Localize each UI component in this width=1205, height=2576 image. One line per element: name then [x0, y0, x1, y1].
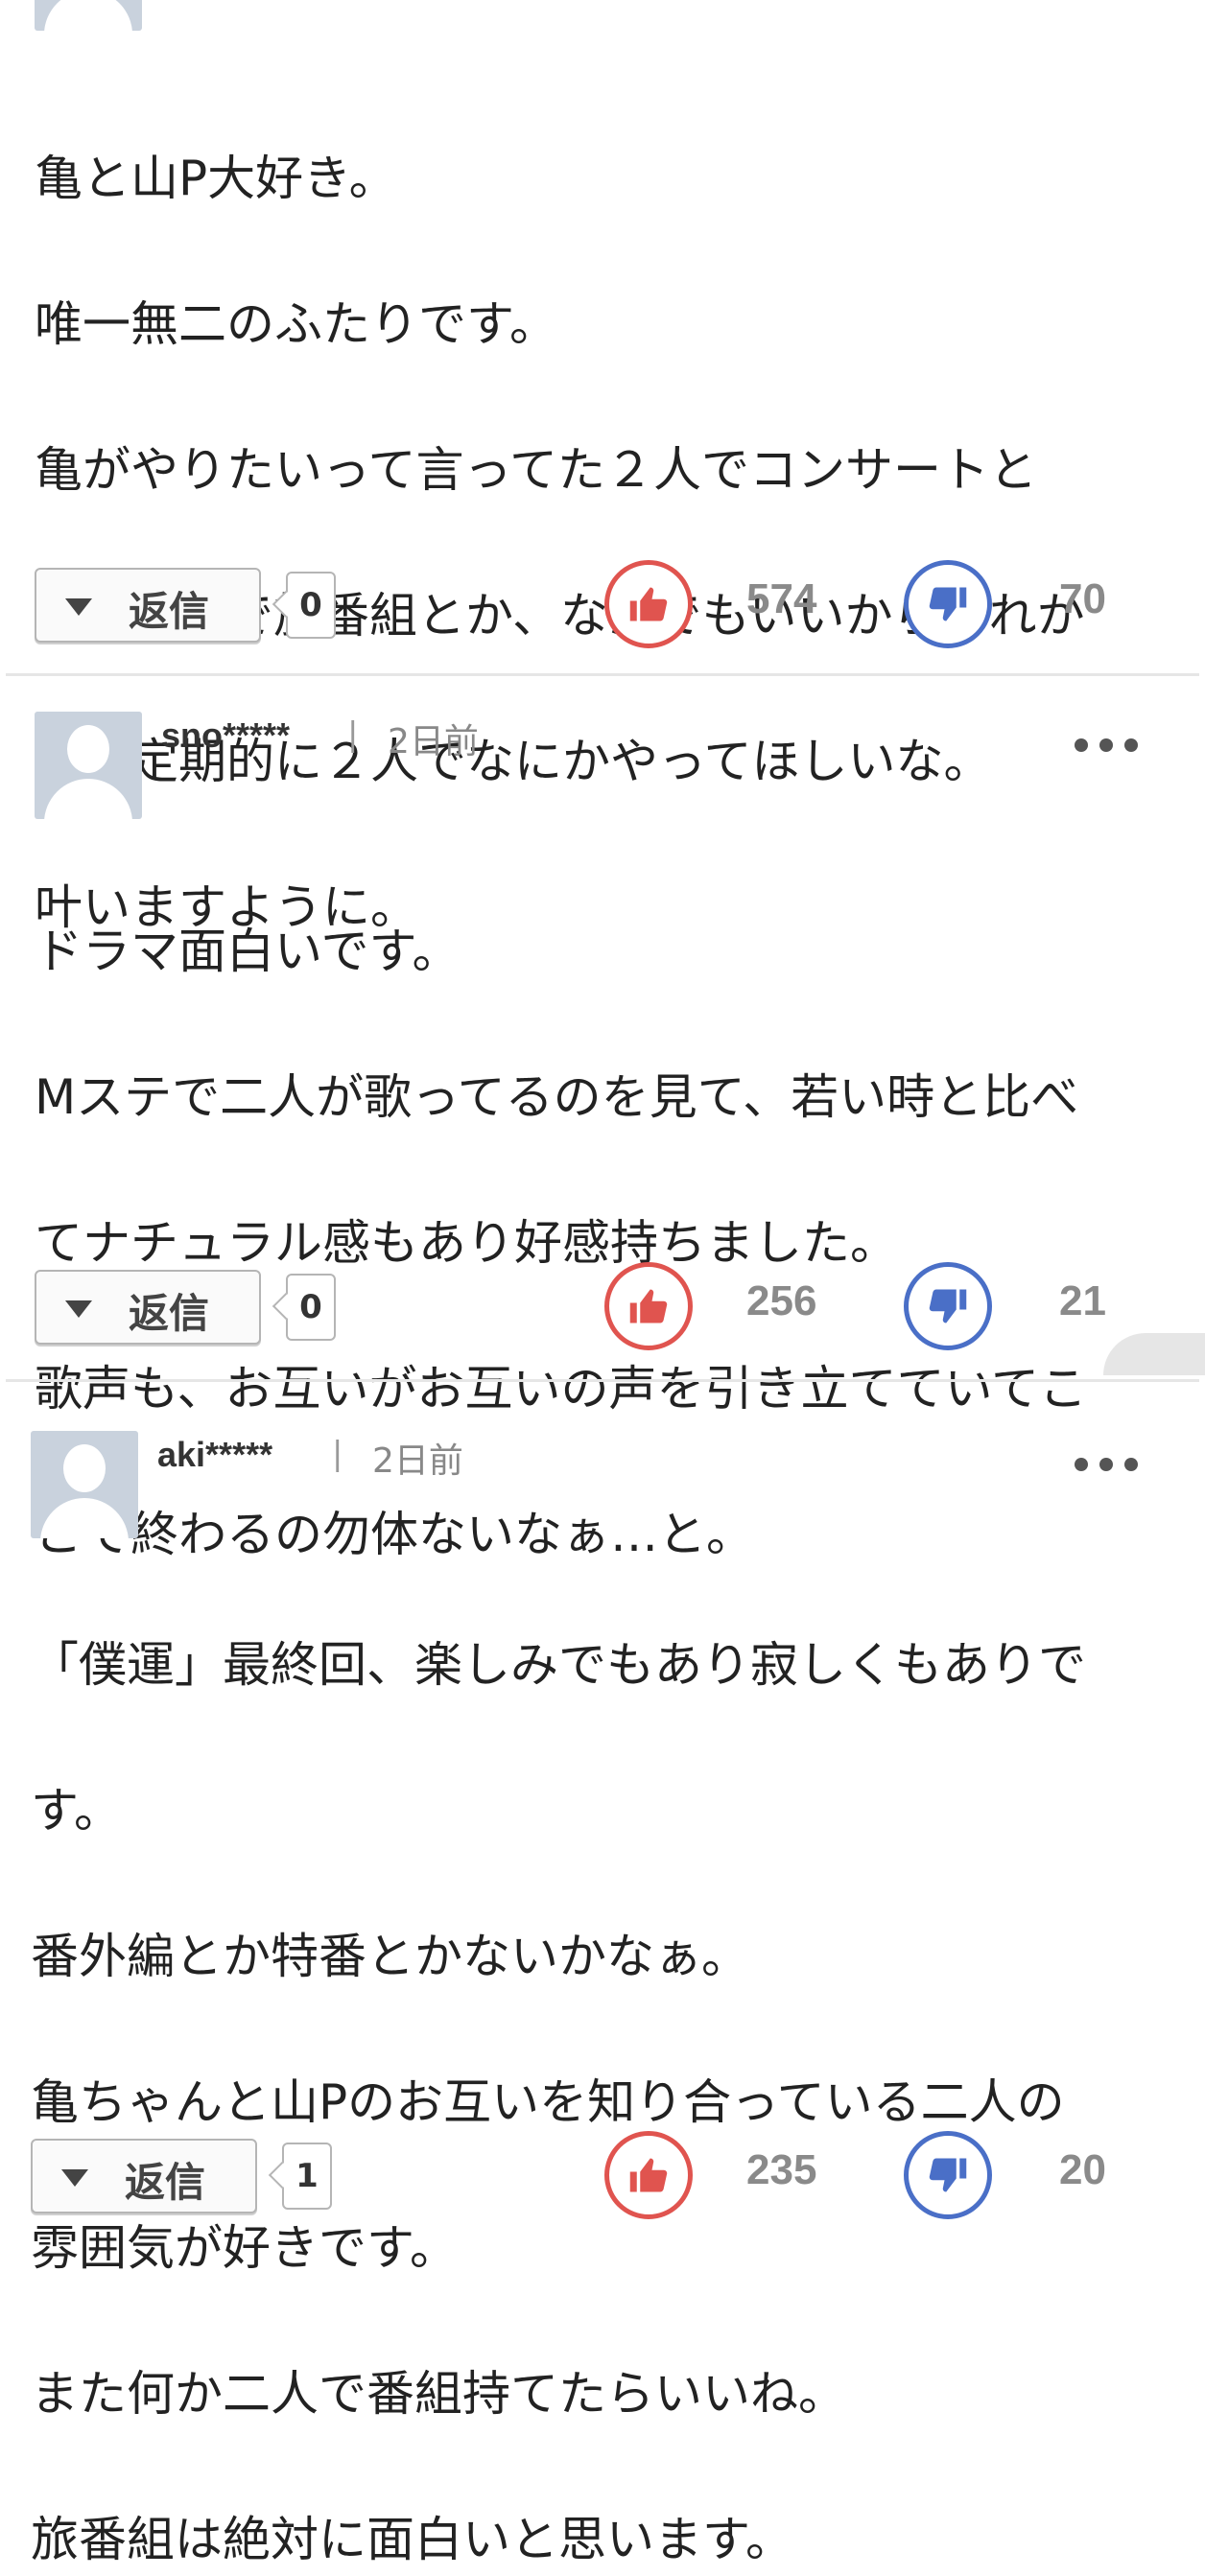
more-dots-icon[interactable] [1075, 735, 1142, 754]
comment-line: 番外編とか特番とかないかなぁ。 [31, 1929, 749, 1984]
reply-count: 0 [286, 1274, 336, 1341]
like-button[interactable] [604, 2131, 693, 2219]
dislike-button[interactable] [904, 560, 992, 648]
timestamp: 2日前 [372, 1441, 463, 1481]
comment-line: 旅番組は絶対に面白いと思います。 [31, 2512, 793, 2567]
caret-down-icon [65, 598, 92, 616]
dislike-count: 70 [1059, 575, 1106, 622]
timestamp: 2日前 [388, 722, 479, 761]
comment-line: こで終わるの勿体ないなぁ…と。 [35, 1507, 754, 1562]
avatar [31, 1431, 138, 1538]
comment-body: 「僕運」最終回、楽しみでもあり寂しくもありで す。 番外編とか特番とかないかなぁ… [31, 1556, 1163, 2576]
reply-button[interactable]: 返信 [31, 2139, 257, 2213]
thumbs-up-icon [629, 1289, 668, 1323]
comment-line: 雰囲気が好きです。 [31, 2220, 458, 2276]
thumbs-up-icon [629, 587, 668, 621]
comment-line: てナチュラル感もあり好感持ちました。 [35, 1215, 898, 1271]
dislike-count: 20 [1059, 2146, 1106, 2193]
like-count: 235 [746, 2146, 817, 2193]
meta-divider: | [332, 1435, 343, 1473]
avatar [35, 712, 142, 819]
caret-down-icon [61, 2169, 88, 2187]
comment-line: ドラマ面白いです。 [35, 924, 461, 979]
comment-line: 亀ちゃんと山Pのお互いを知り合っている二人の [31, 2074, 1065, 2130]
thumbs-down-icon [929, 2158, 967, 2192]
caret-down-icon [65, 1300, 92, 1318]
thumbs-up-icon [629, 2158, 668, 2192]
dislike-button[interactable] [904, 2131, 992, 2219]
thumbs-down-icon [929, 1289, 967, 1323]
reply-button[interactable]: 返信 [35, 568, 261, 643]
separator [6, 673, 1199, 676]
reply-label: 返信 [125, 2159, 206, 2206]
comment-line: 歌声も、お互いがお互いの声を引き立てていてこ [35, 1361, 1087, 1417]
reply-label: 返信 [129, 1290, 210, 1337]
reply-button[interactable]: 返信 [35, 1270, 261, 1345]
comment-line: 亀と山P大好き。 [35, 151, 397, 206]
reply-count: 1 [282, 2143, 332, 2210]
meta-divider: | [347, 715, 359, 754]
comment-line: Mステで二人が歌ってるのを見て、若い時と比べ [35, 1069, 1079, 1125]
reply-label: 返信 [129, 588, 210, 635]
username[interactable]: aki***** [157, 1435, 272, 1475]
comment-line: また何か二人で番組持てたらいいね。 [31, 2366, 846, 2422]
reply-count: 0 [286, 572, 336, 639]
like-button[interactable] [604, 1262, 693, 1350]
comment-line: 亀がやりたいって言ってた２人でコンサートと [35, 442, 1037, 498]
comment-line: す。 [31, 1783, 122, 1838]
separator [6, 1379, 1199, 1382]
like-count: 256 [746, 1277, 817, 1324]
like-button[interactable] [604, 560, 693, 648]
comment-body: 亀と山P大好き。 唯一無二のふたりです。 亀がやりたいって言ってた２人でコンサー… [35, 69, 1167, 944]
username[interactable]: sno***** [161, 715, 290, 756]
avatar [35, 0, 142, 31]
comment-line: 唯一無二のふたりです。 [35, 296, 557, 352]
comment-line: 「僕運」最終回、楽しみでもあり寂しくもありで [31, 1637, 1086, 1693]
thumbs-down-icon [929, 587, 967, 621]
dislike-count: 21 [1059, 1277, 1106, 1324]
more-dots-icon[interactable] [1075, 1454, 1142, 1473]
dislike-button[interactable] [904, 1262, 992, 1350]
like-count: 574 [746, 575, 817, 622]
